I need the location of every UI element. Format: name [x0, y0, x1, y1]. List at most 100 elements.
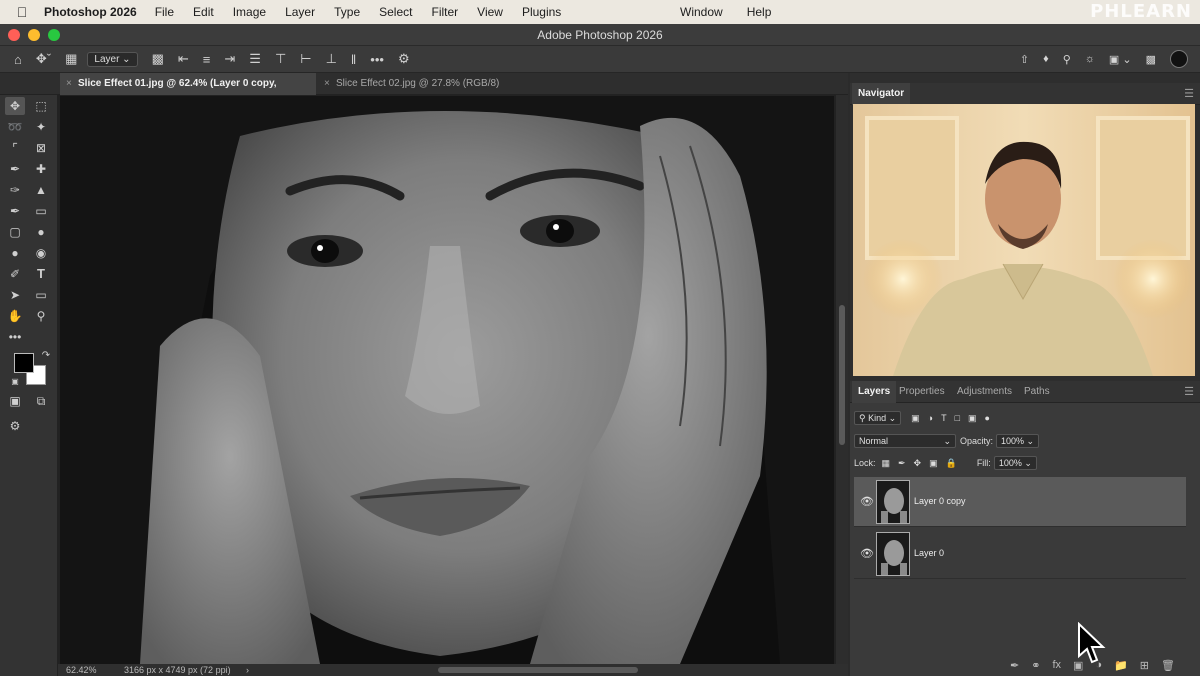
frame-tool-icon[interactable]: ⊠: [31, 139, 51, 157]
eyedropper-tool-icon[interactable]: ✒: [5, 160, 25, 178]
generative-icon[interactable]: ⚙: [5, 417, 25, 435]
pen-tool-icon[interactable]: ✐: [5, 265, 25, 283]
apple-menu-icon[interactable]: : [0, 4, 44, 20]
dodge-tool-icon[interactable]: ●: [5, 244, 25, 262]
discover-bulb-icon[interactable]: ☼: [1085, 53, 1095, 65]
rectangle-tool-icon[interactable]: ▭: [31, 286, 51, 304]
new-group-folder-icon[interactable]: 📁: [1114, 659, 1128, 672]
align-middle-icon[interactable]: ⊢: [300, 51, 311, 67]
move-tool-icon[interactable]: ✥ˇ: [36, 51, 51, 67]
align-bottom-icon[interactable]: ⊥: [326, 51, 337, 67]
tab-paths[interactable]: Paths: [1024, 381, 1050, 403]
tab-navigator[interactable]: Navigator: [852, 83, 911, 105]
new-layer-icon[interactable]: ⊞: [1140, 659, 1149, 672]
blend-mode-dropdown[interactable]: Normal ⌄: [854, 434, 956, 448]
cloud-docs-icon[interactable]: ▩: [1146, 53, 1156, 66]
menu-window[interactable]: Window: [680, 5, 723, 19]
menu-edit[interactable]: Edit: [193, 5, 214, 19]
path-selection-tool-icon[interactable]: ➤: [5, 286, 25, 304]
minimize-window-button[interactable]: [28, 29, 40, 41]
fill-field[interactable]: 100% ⌄: [993, 456, 1037, 470]
delete-layer-trash-icon[interactable]: 🗑: [1161, 659, 1175, 672]
move-tool-icon[interactable]: ✥: [5, 97, 25, 115]
lasso-tool-icon[interactable]: ➿: [5, 118, 25, 136]
user-avatar[interactable]: [1170, 50, 1188, 68]
magic-wand-tool-icon[interactable]: ✦: [31, 118, 51, 136]
clone-stamp-tool-icon[interactable]: ▲: [31, 181, 51, 199]
visibility-eye-icon[interactable]: 👁: [860, 547, 874, 560]
distribute-vertical-icon[interactable]: ‖: [351, 52, 356, 67]
search-icon[interactable]: ⚲: [1063, 53, 1071, 66]
zoom-level[interactable]: 62.42%: [66, 664, 97, 676]
tab-layers[interactable]: Layers: [852, 381, 897, 403]
sponge-tool-icon[interactable]: ◉: [31, 244, 51, 262]
align-top-icon[interactable]: ⊤: [275, 51, 286, 67]
marquee-tool-icon[interactable]: ⬚: [31, 97, 51, 115]
default-colors-icon[interactable]: ▣: [5, 373, 25, 391]
settings-gear-icon[interactable]: ⚙: [398, 51, 410, 67]
vertical-scrollbar[interactable]: [836, 95, 848, 664]
notifications-bell-icon[interactable]: ♦: [1043, 53, 1049, 65]
type-tool-icon[interactable]: T: [31, 265, 51, 283]
quick-mask-icon[interactable]: ▣: [5, 392, 25, 410]
edit-toolbar-icon[interactable]: •••: [5, 328, 25, 346]
healing-brush-tool-icon[interactable]: ✚: [31, 160, 51, 178]
tab-properties[interactable]: Properties: [899, 381, 945, 403]
vertical-scroll-thumb[interactable]: [839, 305, 845, 445]
tab-adjustments[interactable]: Adjustments: [957, 381, 1012, 403]
foreground-color-swatch[interactable]: [14, 353, 34, 373]
screen-mode-icon[interactable]: ⧉: [31, 392, 51, 410]
visibility-eye-icon[interactable]: 👁: [860, 495, 874, 508]
status-menu-chevron-icon[interactable]: ›: [246, 664, 249, 676]
align-right-icon[interactable]: ⇥: [224, 51, 235, 67]
swap-colors-icon[interactable]: ↷: [36, 347, 56, 365]
close-tab-icon[interactable]: ×: [324, 73, 330, 95]
horizontal-scroll-thumb[interactable]: [438, 667, 638, 673]
close-tab-icon[interactable]: ×: [66, 73, 72, 95]
filter-type-icons[interactable]: ▣◑T□▣●: [911, 413, 998, 424]
link-layers-icon[interactable]: ⚭: [1031, 659, 1040, 672]
tab-slice-effect-01[interactable]: × Slice Effect 01.jpg @ 62.4% (Layer 0 c…: [60, 73, 316, 111]
zoom-tool-icon[interactable]: ⚲: [31, 307, 51, 325]
workspace-icon[interactable]: ▣ ⌄: [1109, 53, 1132, 66]
navigator-preview[interactable]: [853, 104, 1195, 376]
panel-menu-icon[interactable]: ☰: [1184, 385, 1194, 398]
document-canvas[interactable]: [58, 95, 848, 664]
transform-controls-icon[interactable]: ▩: [152, 51, 164, 67]
app-menu[interactable]: Photoshop 2026: [44, 5, 137, 19]
auto-select-icon[interactable]: ▦: [65, 51, 77, 67]
opacity-field[interactable]: 100% ⌄: [996, 434, 1040, 448]
eraser-tool-icon[interactable]: ▭: [31, 202, 51, 220]
layer-row-layer-0[interactable]: 👁 Layer 0: [854, 529, 1186, 579]
panel-menu-icon[interactable]: ☰: [1184, 87, 1194, 100]
close-window-button[interactable]: [8, 29, 20, 41]
brush-tool-icon[interactable]: ✑: [5, 181, 25, 199]
filter-kind-dropdown[interactable]: ⚲ Kind ⌄: [854, 411, 902, 425]
crop-tool-icon[interactable]: ⌜: [5, 139, 25, 157]
menu-help[interactable]: Help: [747, 5, 772, 19]
more-options-icon[interactable]: •••: [370, 52, 384, 67]
lock-icons[interactable]: ▦✒✥▣🔒: [882, 458, 965, 469]
history-brush-tool-icon[interactable]: ✒: [5, 202, 25, 220]
maximize-window-button[interactable]: [48, 29, 60, 41]
menu-type[interactable]: Type: [334, 5, 360, 19]
share-icon[interactable]: ⇧: [1020, 53, 1029, 66]
layer-name[interactable]: Layer 0: [914, 548, 944, 558]
home-icon[interactable]: ⌂: [14, 52, 22, 67]
tab-slice-effect-02[interactable]: × Slice Effect 02.jpg @ 27.8% (RGB/8): [318, 73, 518, 95]
menu-view[interactable]: View: [477, 5, 503, 19]
distribute-icon[interactable]: ☰: [249, 51, 261, 67]
blur-tool-icon[interactable]: ●: [31, 223, 51, 241]
menu-layer[interactable]: Layer: [285, 5, 315, 19]
menu-select[interactable]: Select: [379, 5, 412, 19]
menu-image[interactable]: Image: [233, 5, 266, 19]
align-center-icon[interactable]: ≡: [203, 52, 211, 67]
auto-select-dropdown[interactable]: Layer ⌄: [87, 51, 138, 67]
menu-file[interactable]: File: [155, 5, 174, 19]
generative-brush-icon[interactable]: ✒: [1010, 659, 1019, 672]
layer-name[interactable]: Layer 0 copy: [914, 496, 966, 506]
hand-tool-icon[interactable]: ✋: [5, 307, 25, 325]
align-left-icon[interactable]: ⇤: [178, 51, 189, 67]
menu-plugins[interactable]: Plugins: [522, 5, 561, 19]
layer-row-layer-0-copy[interactable]: 👁 Layer 0 copy: [854, 477, 1186, 527]
